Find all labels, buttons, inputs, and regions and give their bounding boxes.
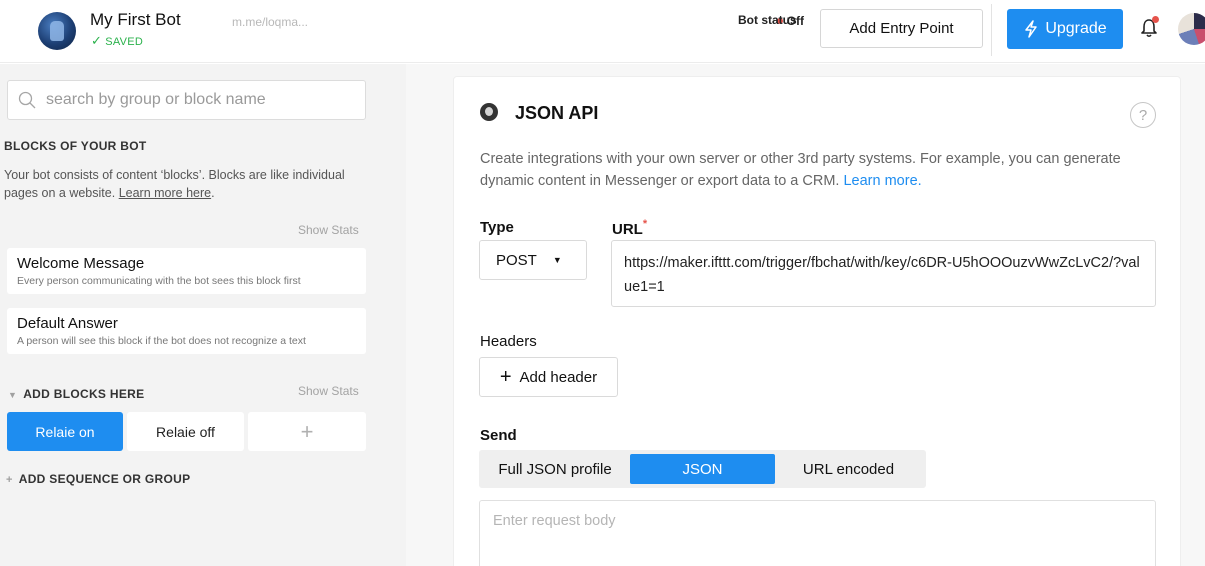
help-icon[interactable]: ? (1130, 102, 1156, 128)
blocks-sidebar: BLOCKS OF YOUR BOT Your bot consists of … (0, 64, 406, 566)
search-box[interactable] (7, 80, 366, 120)
notification-dot (1152, 16, 1159, 23)
show-stats-link[interactable]: Show Stats (298, 223, 359, 237)
send-format-toggle: Full JSON profile JSON URL encoded (479, 450, 926, 488)
add-entry-point-button[interactable]: Add Entry Point (820, 9, 983, 48)
send-option-url-encoded[interactable]: URL encoded (775, 450, 922, 488)
method-value: POST (496, 251, 537, 269)
plus-icon: + (6, 474, 13, 486)
type-label: Type (480, 219, 514, 236)
method-select[interactable]: POST ▼ (479, 240, 587, 280)
show-stats-link[interactable]: Show Stats (298, 384, 359, 398)
block-card-default-answer[interactable]: Default Answer A person will see this bl… (7, 308, 366, 354)
search-icon (18, 91, 36, 109)
block-card-welcome[interactable]: Welcome Message Every person communicati… (7, 248, 366, 294)
send-label: Send (480, 427, 517, 444)
add-sequence-label: ADD SEQUENCE OR GROUP (18, 472, 191, 486)
add-blocks-label: ADD BLOCKS HERE (23, 387, 145, 401)
card-description: Create integrations with your own server… (480, 148, 1150, 192)
blocks-description: Your bot consists of content ‘blocks’. B… (4, 168, 345, 200)
bot-name[interactable]: My First Bot (90, 10, 181, 30)
url-label: URL* (612, 218, 647, 238)
send-option-json[interactable]: JSON (630, 454, 775, 484)
block-subtitle: Every person communicating with the bot … (17, 275, 301, 287)
add-header-label: Add header (519, 368, 598, 386)
block-pill-relaie-off[interactable]: Relaie off (127, 412, 244, 451)
url-input[interactable]: https://maker.ifttt.com/trigger/fbchat/w… (611, 240, 1156, 307)
add-sequence-or-group[interactable]: + ADD SEQUENCE OR GROUP (6, 472, 190, 486)
caret-down-icon: ▼ (8, 390, 18, 400)
top-bar: My First Bot ✓ SAVED m.me/loqma... Bot st… (0, 0, 1205, 63)
block-title: Default Answer (17, 315, 118, 332)
request-body-input[interactable] (493, 513, 1142, 553)
learn-more-link[interactable]: Learn more here (119, 186, 211, 200)
card-description-text: Create integrations with your own server… (480, 151, 1121, 189)
upgrade-label: Upgrade (1045, 20, 1107, 37)
check-icon: ✓ (91, 33, 103, 48)
bot-avatar[interactable] (38, 12, 76, 50)
url-label-text: URL (612, 221, 643, 238)
add-blocks-group-title[interactable]: ▼ ADD BLOCKS HERE (8, 387, 144, 401)
header-divider (991, 4, 992, 56)
block-pill-relaie-on[interactable]: Relaie on (7, 412, 123, 451)
request-body-box[interactable] (479, 500, 1156, 566)
send-option-full-json-profile[interactable]: Full JSON profile (479, 450, 631, 488)
upgrade-button[interactable]: Upgrade (1007, 9, 1123, 49)
block-subtitle: A person will see this block if the bot … (17, 335, 306, 347)
blocks-section-title: BLOCKS OF YOUR BOT (4, 139, 147, 153)
add-header-button[interactable]: + Add header (479, 357, 618, 397)
lightning-icon (1025, 20, 1038, 38)
user-avatar[interactable] (1178, 13, 1205, 45)
bot-messenger-link[interactable]: m.me/loqma... (232, 15, 308, 29)
required-marker: * (642, 218, 648, 230)
block-title: Welcome Message (17, 255, 145, 272)
add-block-button[interactable]: + (248, 412, 366, 451)
search-input[interactable] (46, 91, 346, 109)
plus-icon: + (499, 365, 512, 388)
bot-status-label: Bot status (738, 13, 797, 27)
headers-label: Headers (480, 333, 537, 350)
saved-label: SAVED (105, 36, 144, 48)
learn-more-link[interactable]: Learn more. (843, 173, 921, 189)
bot-status[interactable]: Bot status Off (738, 13, 804, 28)
card-title: JSON API (515, 103, 599, 123)
caret-down-icon: ▼ (552, 255, 562, 265)
json-api-icon (480, 103, 498, 121)
saved-status: ✓ SAVED (91, 33, 143, 49)
